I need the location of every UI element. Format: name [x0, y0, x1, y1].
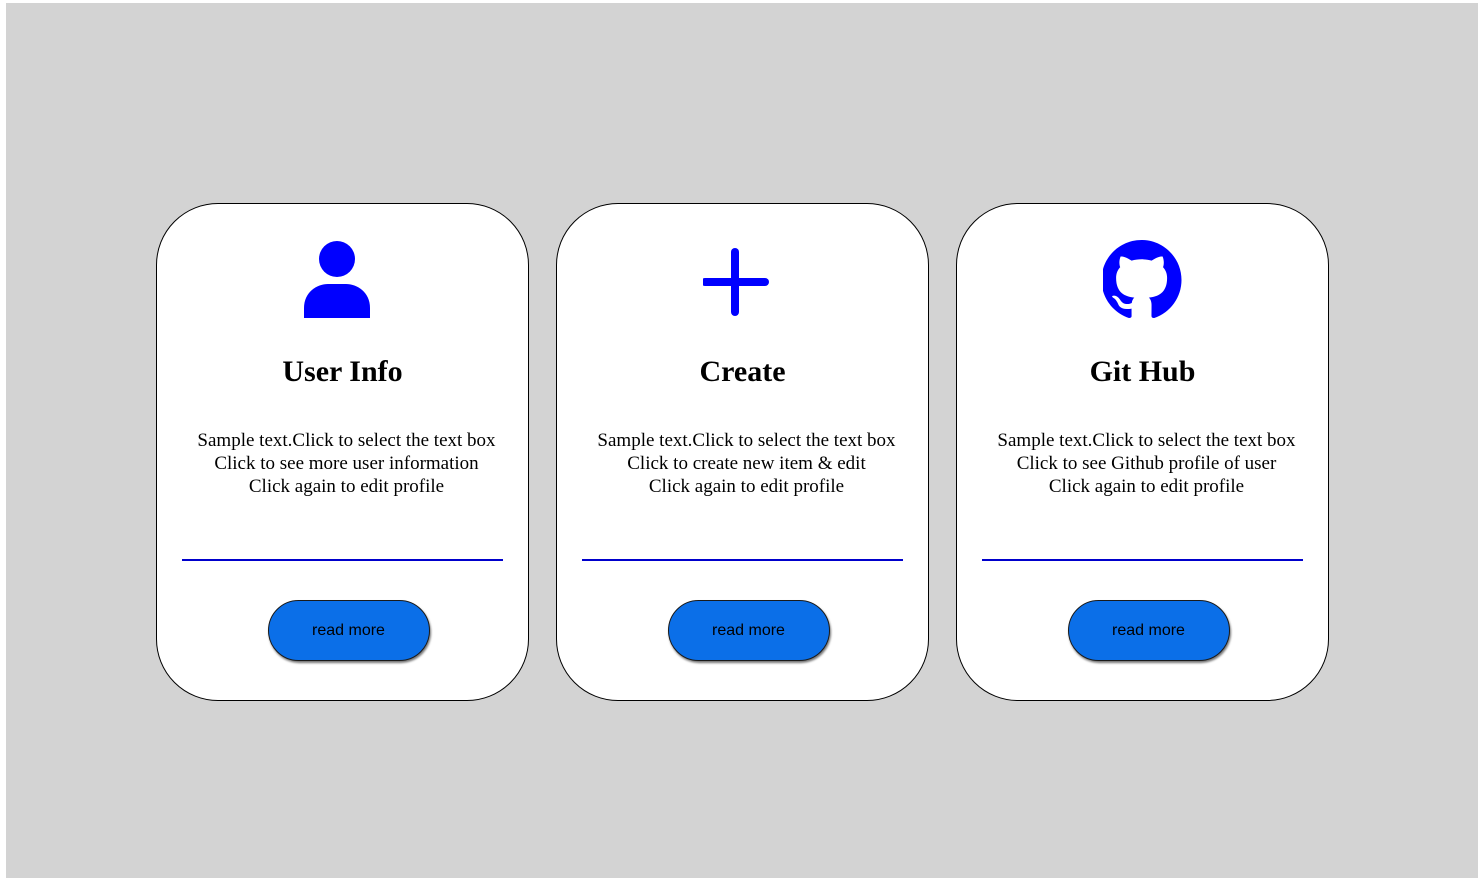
card-text-line: Sample text.Click to select the text box — [997, 430, 1296, 451]
card-user-info: User Info Sample text.Click to select th… — [156, 203, 529, 701]
read-more-button[interactable]: read more — [667, 600, 830, 661]
card-text-line: Click to create new item & edit — [627, 453, 866, 474]
card-description: Sample text.Click to select the text box… — [557, 429, 928, 498]
card-title: User Info — [282, 355, 403, 388]
card-description: Sample text.Click to select the text box… — [157, 429, 528, 498]
card-text-line: Click to see Github profile of user — [1016, 453, 1277, 474]
card-create: Create Sample text.Click to select the t… — [556, 203, 929, 701]
card-divider — [182, 559, 503, 561]
card-text-line: Click again to edit profile — [648, 476, 845, 497]
plus-icon — [702, 240, 783, 320]
card-text-line: Sample text.Click to select the text box — [197, 430, 496, 451]
page-background: User Info Sample text.Click to select th… — [6, 3, 1478, 878]
card-text-line: Sample text.Click to select the text box — [597, 430, 896, 451]
card-github: Git Hub Sample text.Click to select the … — [956, 203, 1329, 701]
card-title: Git Hub — [1089, 355, 1196, 388]
card-text-line: Click to see more user information — [214, 453, 479, 474]
card-text-line: Click again to edit profile — [248, 476, 445, 497]
card-divider — [982, 559, 1303, 561]
card-text-line: Click again to edit profile — [1048, 476, 1245, 497]
card-title: Create — [699, 355, 786, 388]
read-more-button[interactable]: read more — [267, 600, 430, 661]
card-divider — [582, 559, 903, 561]
user-icon — [303, 240, 383, 320]
github-icon — [1102, 240, 1183, 320]
read-more-button[interactable]: read more — [1067, 600, 1230, 661]
card-description: Sample text.Click to select the text box… — [957, 429, 1328, 498]
